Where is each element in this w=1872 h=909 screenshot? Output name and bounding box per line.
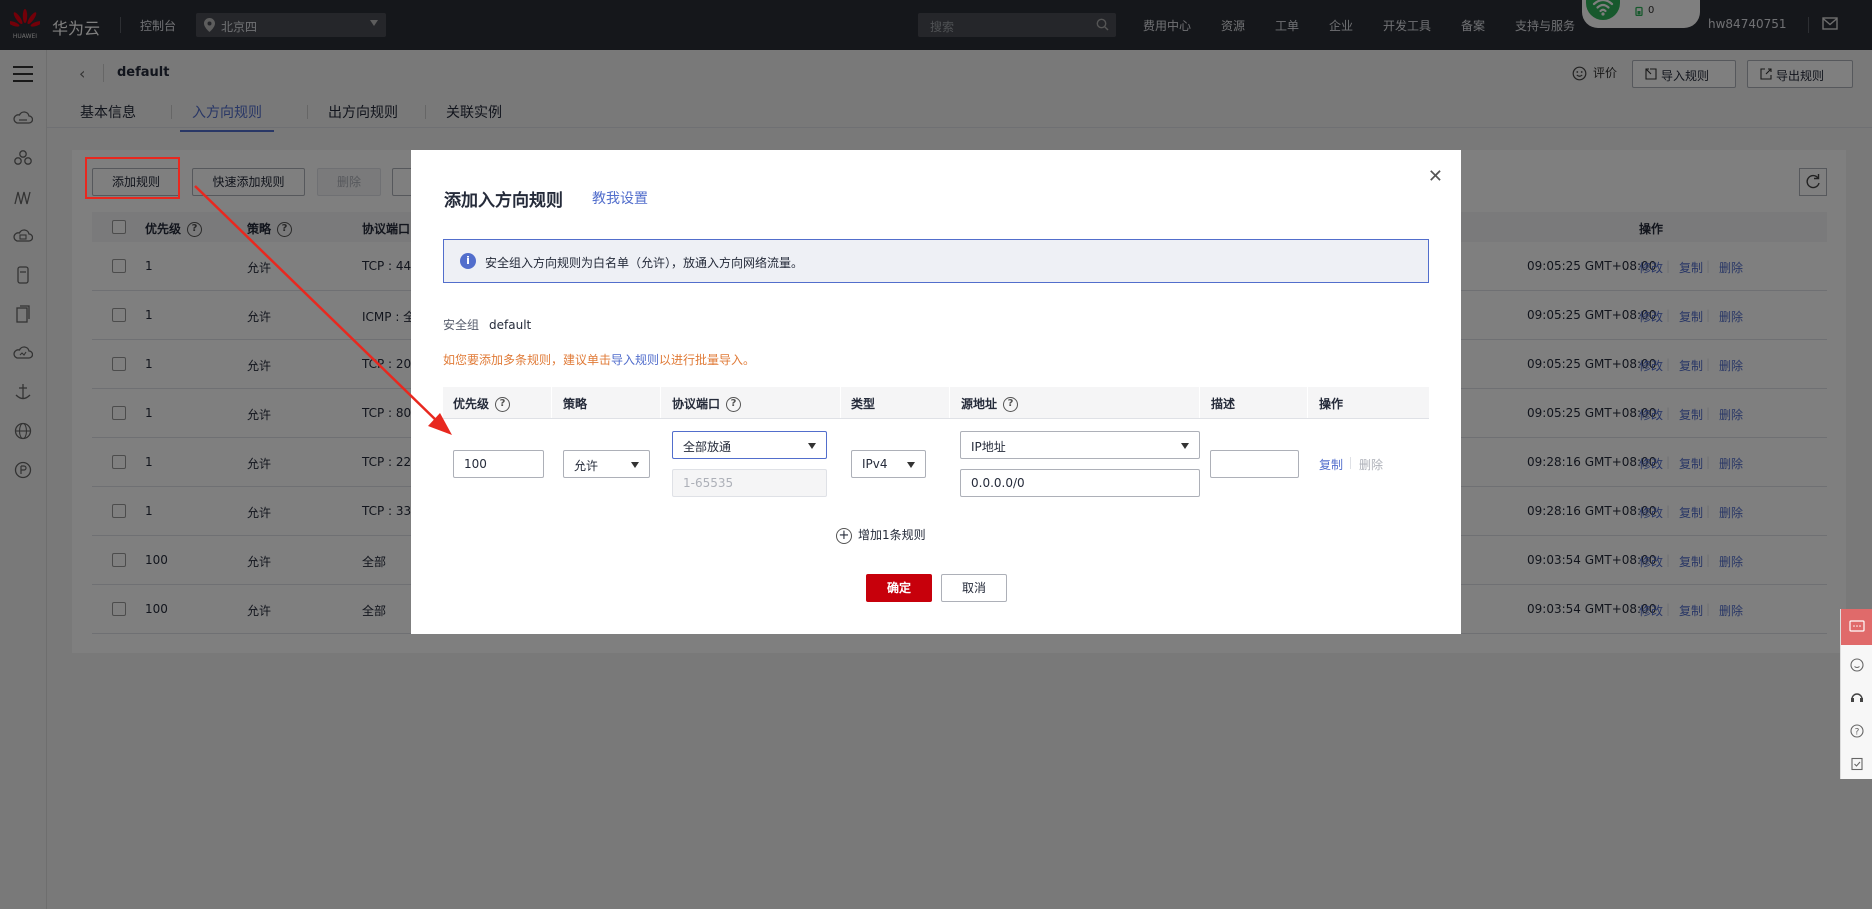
help-icon[interactable]: ? bbox=[726, 397, 742, 412]
import-rules-link[interactable]: 导入规则 bbox=[611, 353, 659, 367]
priority-input[interactable]: 100 bbox=[453, 450, 544, 478]
plus-circle-icon: + bbox=[836, 527, 852, 544]
security-group-line: 安全组 default bbox=[443, 316, 531, 333]
source-ip-input[interactable]: 0.0.0.0/0 bbox=[960, 469, 1200, 497]
port-input[interactable]: 1-65535 bbox=[672, 469, 827, 497]
annotation-highlight-box bbox=[85, 157, 180, 199]
floating-toolbar: ? bbox=[1840, 609, 1872, 779]
confirm-button[interactable]: 确定 bbox=[866, 574, 932, 602]
info-text: 安全组入方向规则为白名单（允许），放通入方向网络流量。 bbox=[485, 256, 804, 270]
ip-type-select[interactable]: IPv4 bbox=[851, 450, 926, 478]
chevron-down-icon bbox=[907, 462, 915, 468]
security-group-label: 安全组 bbox=[443, 318, 480, 332]
delete-rule-link[interactable]: 删除 bbox=[1359, 456, 1383, 473]
info-banner: i 安全组入方向规则为白名单（允许），放通入方向网络流量。 bbox=[443, 239, 1429, 283]
chat-icon bbox=[1849, 620, 1865, 632]
help-icon[interactable]: ? bbox=[1850, 724, 1864, 738]
dialog-title: 添加入方向规则 bbox=[444, 191, 563, 211]
headset-icon[interactable] bbox=[1850, 691, 1864, 705]
col-policy: 策略 bbox=[563, 397, 588, 411]
source-type-select[interactable]: IP地址 bbox=[960, 431, 1200, 459]
description-input[interactable] bbox=[1210, 450, 1299, 478]
help-icon[interactable]: ? bbox=[495, 397, 511, 412]
add-inbound-rule-dialog: 添加入方向规则 教我设置 ✕ i 安全组入方向规则为白名单（允许），放通入方向网… bbox=[411, 150, 1461, 634]
feedback-button[interactable] bbox=[1841, 609, 1872, 645]
teach-me-link[interactable]: 教我设置 bbox=[592, 188, 648, 208]
divider bbox=[443, 418, 1429, 419]
chevron-down-icon bbox=[1181, 443, 1189, 449]
col-actions: 操作 bbox=[1319, 397, 1344, 411]
bulk-import-tip: 如您要添加多条规则，建议单击导入规则以进行批量导入。 bbox=[443, 353, 756, 367]
cancel-button[interactable]: 取消 bbox=[941, 574, 1007, 602]
divider bbox=[1350, 457, 1351, 469]
help-icon[interactable]: ? bbox=[1003, 397, 1019, 412]
col-source: 源地址? bbox=[961, 395, 1019, 412]
copy-rule-link[interactable]: 复制 bbox=[1319, 456, 1343, 473]
smile-icon[interactable] bbox=[1850, 658, 1864, 672]
protocol-select[interactable]: 全部放通 bbox=[672, 431, 827, 459]
col-priority: 优先级? bbox=[453, 395, 511, 412]
policy-select[interactable]: 允许 bbox=[563, 450, 650, 478]
col-protocol-port: 协议端口? bbox=[672, 395, 742, 412]
close-icon[interactable]: ✕ bbox=[1428, 166, 1443, 187]
chevron-down-icon bbox=[631, 462, 639, 468]
svg-text:?: ? bbox=[1855, 728, 1860, 738]
checklist-icon[interactable] bbox=[1850, 757, 1864, 771]
rule-table-header: 优先级? 策略 协议端口? 类型 源地址? 描述 操作 bbox=[443, 387, 1429, 418]
security-group-value: default bbox=[489, 318, 532, 332]
col-type: 类型 bbox=[851, 397, 876, 411]
col-description: 描述 bbox=[1211, 397, 1236, 411]
info-icon: i bbox=[460, 253, 476, 269]
add-one-rule-button[interactable]: + 增加1条规则 bbox=[836, 526, 926, 544]
chevron-down-icon bbox=[808, 443, 816, 449]
